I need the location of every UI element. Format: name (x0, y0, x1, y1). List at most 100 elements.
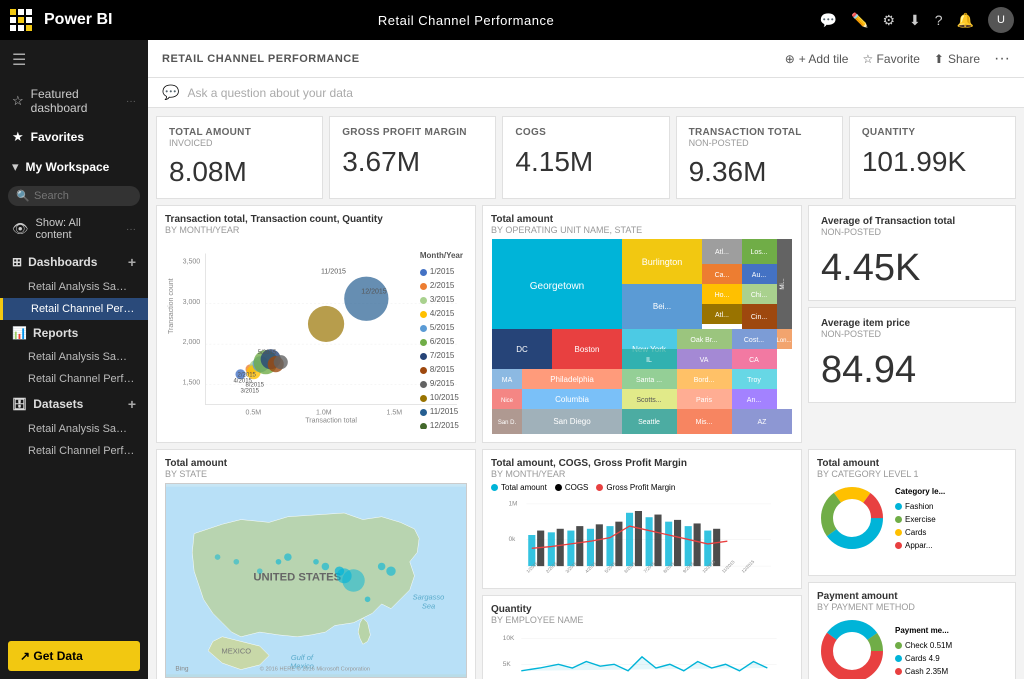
svg-text:9/2015: 9/2015 (682, 560, 696, 574)
user-avatar[interactable]: U (988, 7, 1014, 33)
notification-icon[interactable]: 🔔 (957, 12, 974, 29)
svg-text:San Diego: San Diego (553, 417, 591, 426)
map-svg: UNITED STATES MEXICO Sargasso Sea Gulf o… (166, 484, 466, 677)
favorites-icon: ★ (12, 129, 24, 145)
edit-icon[interactable]: ✏️ (851, 12, 868, 29)
sidebar: ☰ ☆ Featured dashboard ··· ★ Favorites ▾… (0, 40, 148, 679)
svg-text:Cin...: Cin... (751, 314, 767, 321)
svg-text:Ho...: Ho... (715, 292, 730, 299)
legend-total-amount: Total amount (491, 483, 547, 492)
bottom-middle-charts: Total amount, COGS, Gross Profit Margin … (482, 449, 802, 679)
add-dashboard-btn[interactable]: + (128, 254, 136, 270)
svg-text:Bing: Bing (175, 666, 188, 673)
svg-text:0k: 0k (509, 536, 516, 543)
svg-text:Atl...: Atl... (715, 312, 729, 319)
svg-text:3/2015: 3/2015 (241, 388, 260, 394)
sidebar-item-show[interactable]: 👁 Show: All content ··· (0, 210, 148, 248)
svg-text:Paris: Paris (696, 397, 712, 404)
svg-text:MA: MA (502, 377, 513, 384)
qa-bar[interactable]: 💬 Ask a question about your data (148, 78, 1024, 108)
datasets-icon: 🗄 (12, 397, 27, 411)
sidebar-reports-header[interactable]: 📊 Reports (0, 320, 148, 346)
kpi-cogs: COGS 4.15M (502, 116, 669, 199)
gear-icon[interactable]: ⚙ (882, 12, 895, 29)
help-icon[interactable]: ? (935, 12, 943, 28)
svg-text:5K: 5K (503, 661, 512, 668)
svg-text:4/2015: 4/2015 (584, 560, 598, 574)
svg-text:1,500: 1,500 (183, 379, 201, 386)
main-content: RETAIL CHANNEL PERFORMANCE ⊕ + Add tile … (148, 40, 1024, 679)
svg-text:Bei...: Bei... (653, 302, 671, 311)
avg-item-price-card: Average item price NON-POSTED 84.94 (808, 307, 1016, 403)
payment-donut-visual: Payment me... Check 0.51M Cards 4.9 Cash… (817, 616, 1007, 679)
chat-icon[interactable]: 💬 (820, 12, 837, 29)
svg-text:Cost...: Cost... (744, 337, 764, 344)
page-title: Retail Channel Performance (112, 13, 819, 28)
svg-text:11/2015: 11/2015 (321, 269, 346, 276)
svg-text:5/2015: 5/2015 (258, 350, 277, 356)
kpi-total-amount: Total amount INVOICED 8.08M (156, 116, 323, 199)
svg-text:Philadelphia: Philadelphia (550, 375, 594, 384)
sidebar-item-favorites[interactable]: ★ Favorites (0, 122, 148, 152)
share-button[interactable]: ⬆ Share (934, 52, 980, 66)
svg-text:Mi...: Mi... (780, 278, 786, 290)
right-metrics: Average of Transaction total NON-POSTED … (808, 205, 1016, 443)
bubble-chart-card: Transaction total, Transaction count, Qu… (156, 205, 476, 443)
dashboard-icon: ⊞ (12, 255, 22, 269)
sidebar-item-featured[interactable]: ☆ Featured dashboard ··· (0, 80, 148, 122)
svg-text:Georgetown: Georgetown (530, 281, 584, 292)
share-icon: ⬆ (934, 52, 944, 66)
svg-text:Nice: Nice (501, 398, 514, 404)
kpi-transaction-total: Transaction total NON-POSTED 9.36M (676, 116, 843, 199)
sidebar-report-retail[interactable]: Retail Analysis Sample (0, 346, 148, 368)
map-visual: UNITED STATES MEXICO Sargasso Sea Gulf o… (165, 483, 467, 678)
svg-text:1.5M: 1.5M (386, 410, 402, 417)
search-box: 🔍 (8, 186, 140, 206)
eye-icon: 👁 (12, 221, 29, 237)
kpi-gross-profit: Gross Profit Margin 3.67M (329, 116, 496, 199)
sidebar-dataset-channel[interactable]: Retail Channel Perform... (0, 440, 148, 462)
svg-text:DC: DC (516, 345, 528, 354)
sidebar-report-channel[interactable]: Retail Channel Perform... (0, 368, 148, 390)
topbar: Power BI Retail Channel Performance 💬 ✏️… (0, 0, 1024, 40)
svg-text:3,000: 3,000 (183, 299, 201, 306)
svg-text:Atl...: Atl... (715, 249, 729, 256)
bottom-row: Total amount BY STATE UNITED STA (156, 449, 1016, 679)
svg-text:3,500: 3,500 (183, 259, 201, 266)
combo-chart-card: Total amount, COGS, Gross Profit Margin … (482, 449, 802, 589)
legend-gross-margin: Gross Profit Margin (596, 483, 675, 492)
middle-charts-row: Transaction total, Transaction count, Qu… (156, 205, 1016, 443)
svg-text:IL: IL (646, 357, 652, 364)
download-icon[interactable]: ⬇ (909, 12, 921, 29)
sidebar-item-workspace[interactable]: ▾ My Workspace (0, 152, 148, 182)
svg-text:2/2015: 2/2015 (545, 560, 559, 574)
sidebar-datasets-header[interactable]: 🗄 Datasets + (0, 390, 148, 418)
svg-text:2/2015: 2/2015 (237, 372, 256, 378)
svg-text:An...: An... (747, 397, 761, 404)
donut-svg (817, 483, 887, 553)
svg-text:Bord...: Bord... (694, 377, 715, 384)
add-tile-button[interactable]: ⊕ + Add tile (785, 52, 849, 66)
sidebar-dataset-retail[interactable]: Retail Analysis Sample (0, 418, 148, 440)
svg-text:© 2016 HERE © 2016 Microsoft C: © 2016 HERE © 2016 Microsoft Corporation (260, 666, 370, 673)
payment-legend: Payment me... Check 0.51M Cards 4.9 Cash… (895, 624, 952, 678)
more-options-icon[interactable]: ··· (994, 50, 1010, 68)
svg-text:AZ: AZ (758, 419, 768, 426)
sidebar-item-retail-analysis[interactable]: Retail Analysis Sample (0, 276, 148, 298)
sidebar-dashboards-header[interactable]: ⊞ Dashboards + (0, 248, 148, 276)
hamburger-icon[interactable]: ☰ (0, 40, 148, 80)
qa-icon: 💬 (162, 84, 179, 101)
search-icon: 🔍 (16, 190, 30, 203)
donut-legend: Category le... Fashion Exercise Cards Ap… (895, 485, 945, 552)
favorite-button[interactable]: ☆ Favorite (862, 52, 919, 66)
payment-chart-card: Payment amount BY PAYMENT METHOD (808, 582, 1016, 679)
treemap-card: Total amount BY OPERATING UNIT NAME, STA… (482, 205, 802, 443)
svg-text:San D.: San D. (498, 420, 517, 426)
svg-text:Santa ...: Santa ... (636, 377, 662, 384)
dashboard-title: RETAIL CHANNEL PERFORMANCE (162, 53, 360, 65)
donut-chart-card: Total amount BY CATEGORY LEVEL 1 (808, 449, 1016, 576)
add-dataset-btn[interactable]: + (128, 396, 136, 412)
svg-text:Transaction total: Transaction total (305, 418, 357, 425)
sidebar-item-retail-channel[interactable]: Retail Channel Perform... (0, 298, 148, 320)
get-data-button[interactable]: ↗ Get Data (8, 641, 140, 671)
